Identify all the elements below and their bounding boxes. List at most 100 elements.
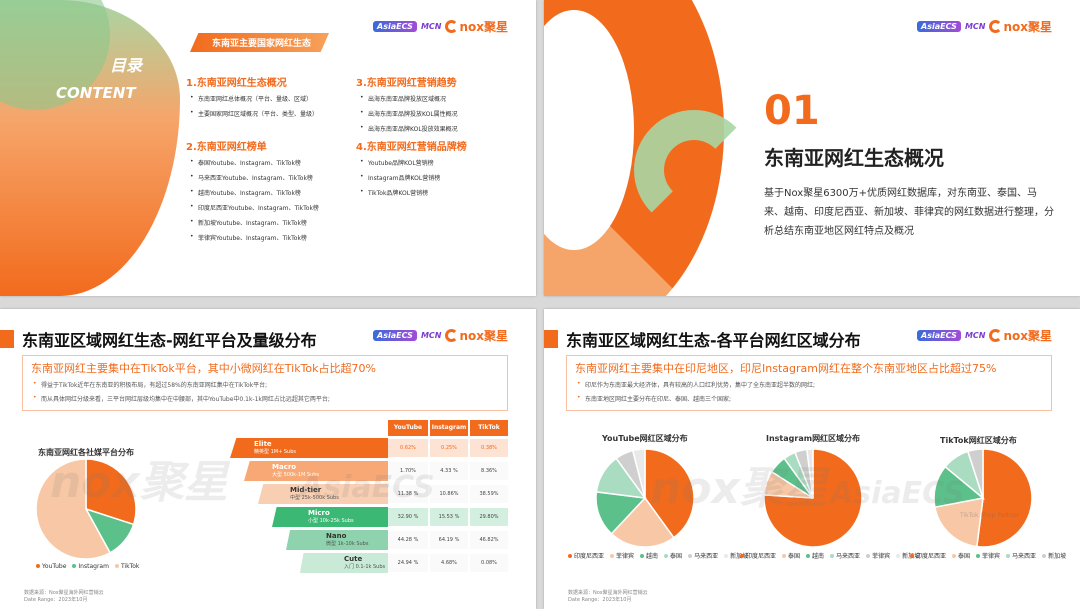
tiktok-partner-watermark: TikTok Shop Partner	[960, 512, 1020, 519]
section-title: 东南亚网红生态概况	[764, 146, 944, 170]
legend-item: 马来西亚	[688, 551, 718, 560]
toc-item: 出海东南亚品牌投放KOL属性概况	[360, 109, 458, 118]
summary-point: 而从具体网红分级来看，三平台网红层级均集中在中腰部，其中YouTube中0.1k…	[33, 394, 499, 403]
legend-item: 泰国	[664, 551, 682, 560]
table-cell: 1.70%	[388, 462, 428, 480]
slide-grid: 目录 CONTENT 东南亚主要国家网红生态 AsiaECS MCN nox聚星…	[0, 0, 1080, 609]
asiaecs-logo: AsiaECS	[373, 330, 417, 341]
tier-subtitle: 小型 10k-25k Subs	[308, 518, 354, 524]
toc-heading: 1.东南亚网红生态概况	[186, 78, 287, 89]
header-marker	[544, 330, 558, 348]
source-footer: 数据来源：Nox聚星海外网红营销云 Date Range：2023年10月	[24, 590, 104, 603]
table-header-tiktok: TikTok	[470, 420, 508, 436]
youtube-region-legend: 印度尼西亚菲律宾越南泰国马来西亚新加坡	[568, 551, 748, 560]
toc-item: 出海东南亚品牌投放区域概况	[360, 94, 458, 103]
legend-item: 越南	[806, 551, 824, 560]
toc-item: 越南Youtube、Instagram、TikTok榜	[190, 188, 319, 197]
table-cell: 0.25%	[430, 439, 468, 457]
nox-logo: nox聚星	[445, 18, 508, 35]
tier-mid-tier: Mid-tier 中型 25k-500k Subs	[258, 484, 388, 504]
summary-box: 东南亚网红主要集中在TikTok平台，其中小微网红在TikTok占比超70% 得…	[22, 355, 508, 411]
instagram-region-legend: 印度尼西亚泰国越南马来西亚菲律宾新加坡	[740, 551, 920, 560]
slide-title: 东南亚区域网红生态-网红平台及量级分布	[22, 331, 317, 350]
tier-subtitle: 中型 25k-500k Subs	[290, 495, 339, 501]
tier-name: Mid-tier	[290, 486, 322, 494]
brand-logos: AsiaECS MCN nox聚星	[917, 18, 1052, 35]
toc-item: 印度尼西亚Youtube、Instagram、TikTok榜	[190, 203, 319, 212]
source-footer: 数据来源：Nox聚星海外网红营销云 Date Range：2023年10月	[568, 590, 648, 603]
summary-point: 得益于TikTok近年在东南亚的积极布局，有超过58%的东南亚网红集中在TikT…	[33, 380, 499, 389]
contents-subtitle: CONTENT	[56, 84, 136, 102]
brand-logos: AsiaECS MCN nox聚星	[917, 327, 1052, 344]
tier-name: Micro	[308, 509, 330, 517]
toc-item: 东南亚网红总体概况（平台、量级、区域）	[190, 94, 318, 103]
legend-item: 菲律宾	[976, 551, 1000, 560]
legend-item: 印度尼西亚	[910, 551, 946, 560]
toc-section-2: 2.东南亚网红榜单 泰国Youtube、Instagram、TikTok榜 马来…	[186, 138, 319, 248]
toc-item: TikTok品牌KOL营销榜	[360, 188, 467, 197]
table-header-instagram: Instagram	[430, 420, 468, 436]
tier-macro: Macro 大型 500k-1M Subs	[244, 461, 388, 481]
legend-tiktok: TikTok	[114, 563, 139, 570]
slide-region-distribution[interactable]: 东南亚区域网红生态-各平台网红区域分布 AsiaECS MCN nox聚星 东南…	[544, 309, 1080, 609]
asiaecs-logo: AsiaECS	[917, 330, 961, 341]
slide-header: 东南亚区域网红生态-网红平台及量级分布	[0, 327, 317, 351]
tier-micro: Micro 小型 10k-25k Subs	[272, 507, 388, 527]
summary-point: 印尼作为东南亚最大经济体，具有较高的人口红利优势，集中了全东南亚超半数的网红;	[577, 380, 1043, 389]
toc-heading: 4.东南亚网红营销品牌榜	[356, 142, 467, 153]
table-cell: 10.86%	[430, 485, 468, 503]
toc-heading: 2.东南亚网红榜单	[186, 142, 267, 153]
instagram-region-pie	[764, 449, 862, 547]
legend-instagram: Instagram	[72, 563, 109, 570]
tier-subtitle: 大型 500k-1M Subs	[272, 472, 320, 478]
pie-legend: YouTube Instagram TikTok	[36, 563, 139, 570]
legend-item: 泰国	[952, 551, 970, 560]
summary-headline: 东南亚网红主要集中在印尼地区，印尼Instagram网红在整个东南亚地区占比超过…	[575, 362, 997, 375]
toc-section-4: 4.东南亚网红营销品牌榜 Youtube品牌KOL营销榜 Instagram品牌…	[356, 138, 467, 203]
mcn-logo: MCN	[964, 331, 986, 340]
legend-item: 越南	[640, 551, 658, 560]
table-cell: 8.36%	[470, 462, 508, 480]
table-cell: 15.53 %	[430, 508, 468, 526]
platform-pie-chart	[36, 459, 136, 559]
table-cell: 0.08%	[470, 554, 508, 572]
toc-item: 泰国Youtube、Instagram、TikTok榜	[190, 158, 319, 167]
toc-section-3: 3.东南亚网红营销趋势 出海东南亚品牌投放区域概况 出海东南亚品牌投放KOL属性…	[356, 74, 458, 139]
contents-title: 目录	[110, 56, 143, 75]
toc-item: 菲律宾Youtube、Instagram、TikTok榜	[190, 233, 319, 242]
section-description: 基于Nox聚星6300万+优质网红数据库，对东南亚、泰国、马来、越南、印度尼西亚…	[764, 188, 1054, 237]
tier-name: Nano	[326, 532, 347, 540]
table-cell: 64.19 %	[430, 531, 468, 549]
toc-item: Youtube品牌KOL营销榜	[360, 158, 467, 167]
mcn-logo: MCN	[964, 22, 986, 31]
nox-ring-icon	[445, 329, 459, 342]
slide-contents[interactable]: 目录 CONTENT 东南亚主要国家网红生态 AsiaECS MCN nox聚星…	[0, 0, 536, 296]
table-cell: 0.62%	[388, 439, 428, 457]
legend-item: 印度尼西亚	[740, 551, 776, 560]
toc-item: 新加坡Youtube、Instagram、TikTok榜	[190, 218, 319, 227]
tiktok-region-title: TikTok网红区域分布	[940, 436, 1017, 445]
pie-title: 东南亚网红各社媒平台分布	[38, 448, 134, 457]
tier-elite: Elite 精英型 1M+ Subs	[230, 438, 388, 458]
toc-item: Instagram品牌KOL营销榜	[360, 173, 467, 182]
slide-platform-tiers[interactable]: 东南亚区域网红生态-网红平台及量级分布 AsiaECS MCN nox聚星 东南…	[0, 309, 536, 609]
legend-item: 新加坡	[1042, 551, 1066, 560]
nox-logo: nox聚星	[989, 327, 1052, 344]
table-cell: 32.90 %	[388, 508, 428, 526]
table-cell: 4.68%	[430, 554, 468, 572]
slide-header: 东南亚区域网红生态-各平台网红区域分布	[544, 327, 861, 351]
tier-nano: Nano 微型 1k-10k Subs	[286, 530, 388, 550]
slide-section-cover[interactable]: AsiaECS MCN nox聚星 01 东南亚网红生态概况 基于Nox聚星63…	[544, 0, 1080, 296]
nox-ring-icon	[989, 329, 1003, 342]
asiaecs-logo: AsiaECS	[917, 21, 961, 32]
table-cell: 4.33 %	[430, 462, 468, 480]
table-cell: 46.82%	[470, 531, 508, 549]
legend-item: 马来西亚	[830, 551, 860, 560]
legend-item: 印度尼西亚	[568, 551, 604, 560]
asiaecs-logo: AsiaECS	[373, 21, 417, 32]
table-cell: 0.38%	[470, 439, 508, 457]
brand-logos: AsiaECS MCN nox聚星	[373, 327, 508, 344]
summary-box: 东南亚网红主要集中在印尼地区，印尼Instagram网红在整个东南亚地区占比超过…	[566, 355, 1052, 411]
table-cell: 11.38 %	[388, 485, 428, 503]
toc-section-1: 1.东南亚网红生态概况 东南亚网红总体概况（平台、量级、区域） 主要国家网红区域…	[186, 74, 318, 124]
